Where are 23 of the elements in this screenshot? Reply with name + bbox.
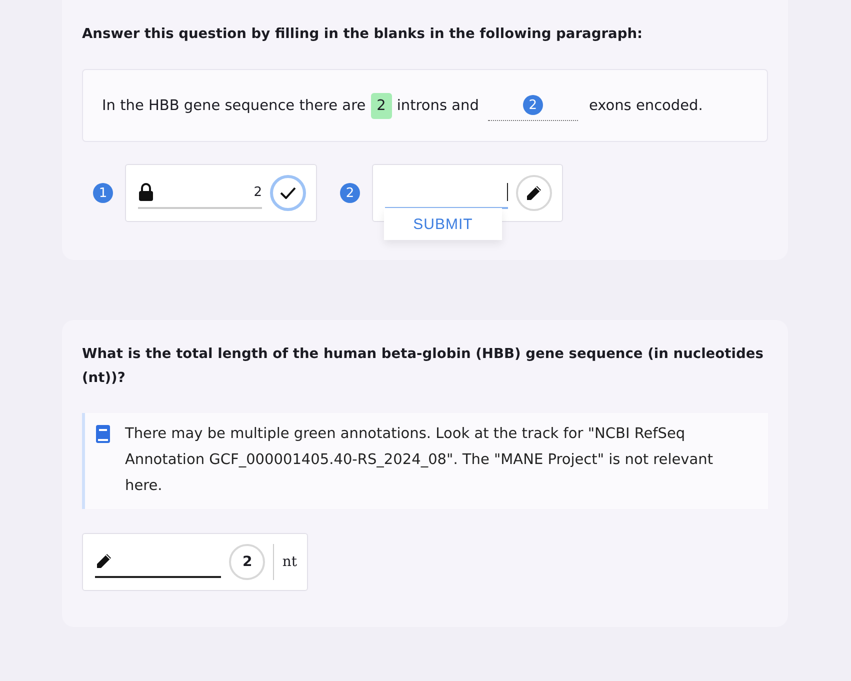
answer-box[interactable]: 2 xyxy=(125,164,317,222)
blank-number: 1 xyxy=(93,183,113,203)
question-prompt: Answer this question by filling in the blanks in the following paragraph: xyxy=(82,25,644,44)
text-cursor xyxy=(507,183,508,201)
paragraph-text: In the HBB gene sequence there are xyxy=(102,98,366,114)
blank-number: 2 xyxy=(522,95,543,115)
blank-number: 2 xyxy=(340,183,360,203)
filled-blank: 2 xyxy=(370,92,392,118)
unit-label: nt xyxy=(273,544,297,580)
answer-box[interactable]: 2 nt xyxy=(82,533,308,591)
answer-value: 2 xyxy=(254,184,262,200)
pencil-icon xyxy=(525,184,543,202)
submit-button[interactable]: SUBMIT xyxy=(384,208,502,240)
check-icon xyxy=(280,187,296,199)
pencil-icon xyxy=(95,552,113,570)
attempts-counter: 2 xyxy=(229,544,266,580)
book-icon xyxy=(95,425,111,443)
paragraph-text: exons encoded. xyxy=(588,98,703,114)
hint-text: There may be multiple green annotations. Look at the track for "NCBI RefSeq Annotation GCF_000001405.40-RS_2024_08". The "MANE Project" is not relevant here. xyxy=(125,425,714,496)
lock-icon xyxy=(138,183,154,201)
empty-blank[interactable]: 2 xyxy=(488,90,578,121)
question-prompt: What is the total length of the human beta-globin (HBB) gene sequence (in nucleotides (nt))? xyxy=(82,345,764,388)
paragraph-text: introns and xyxy=(396,98,479,114)
